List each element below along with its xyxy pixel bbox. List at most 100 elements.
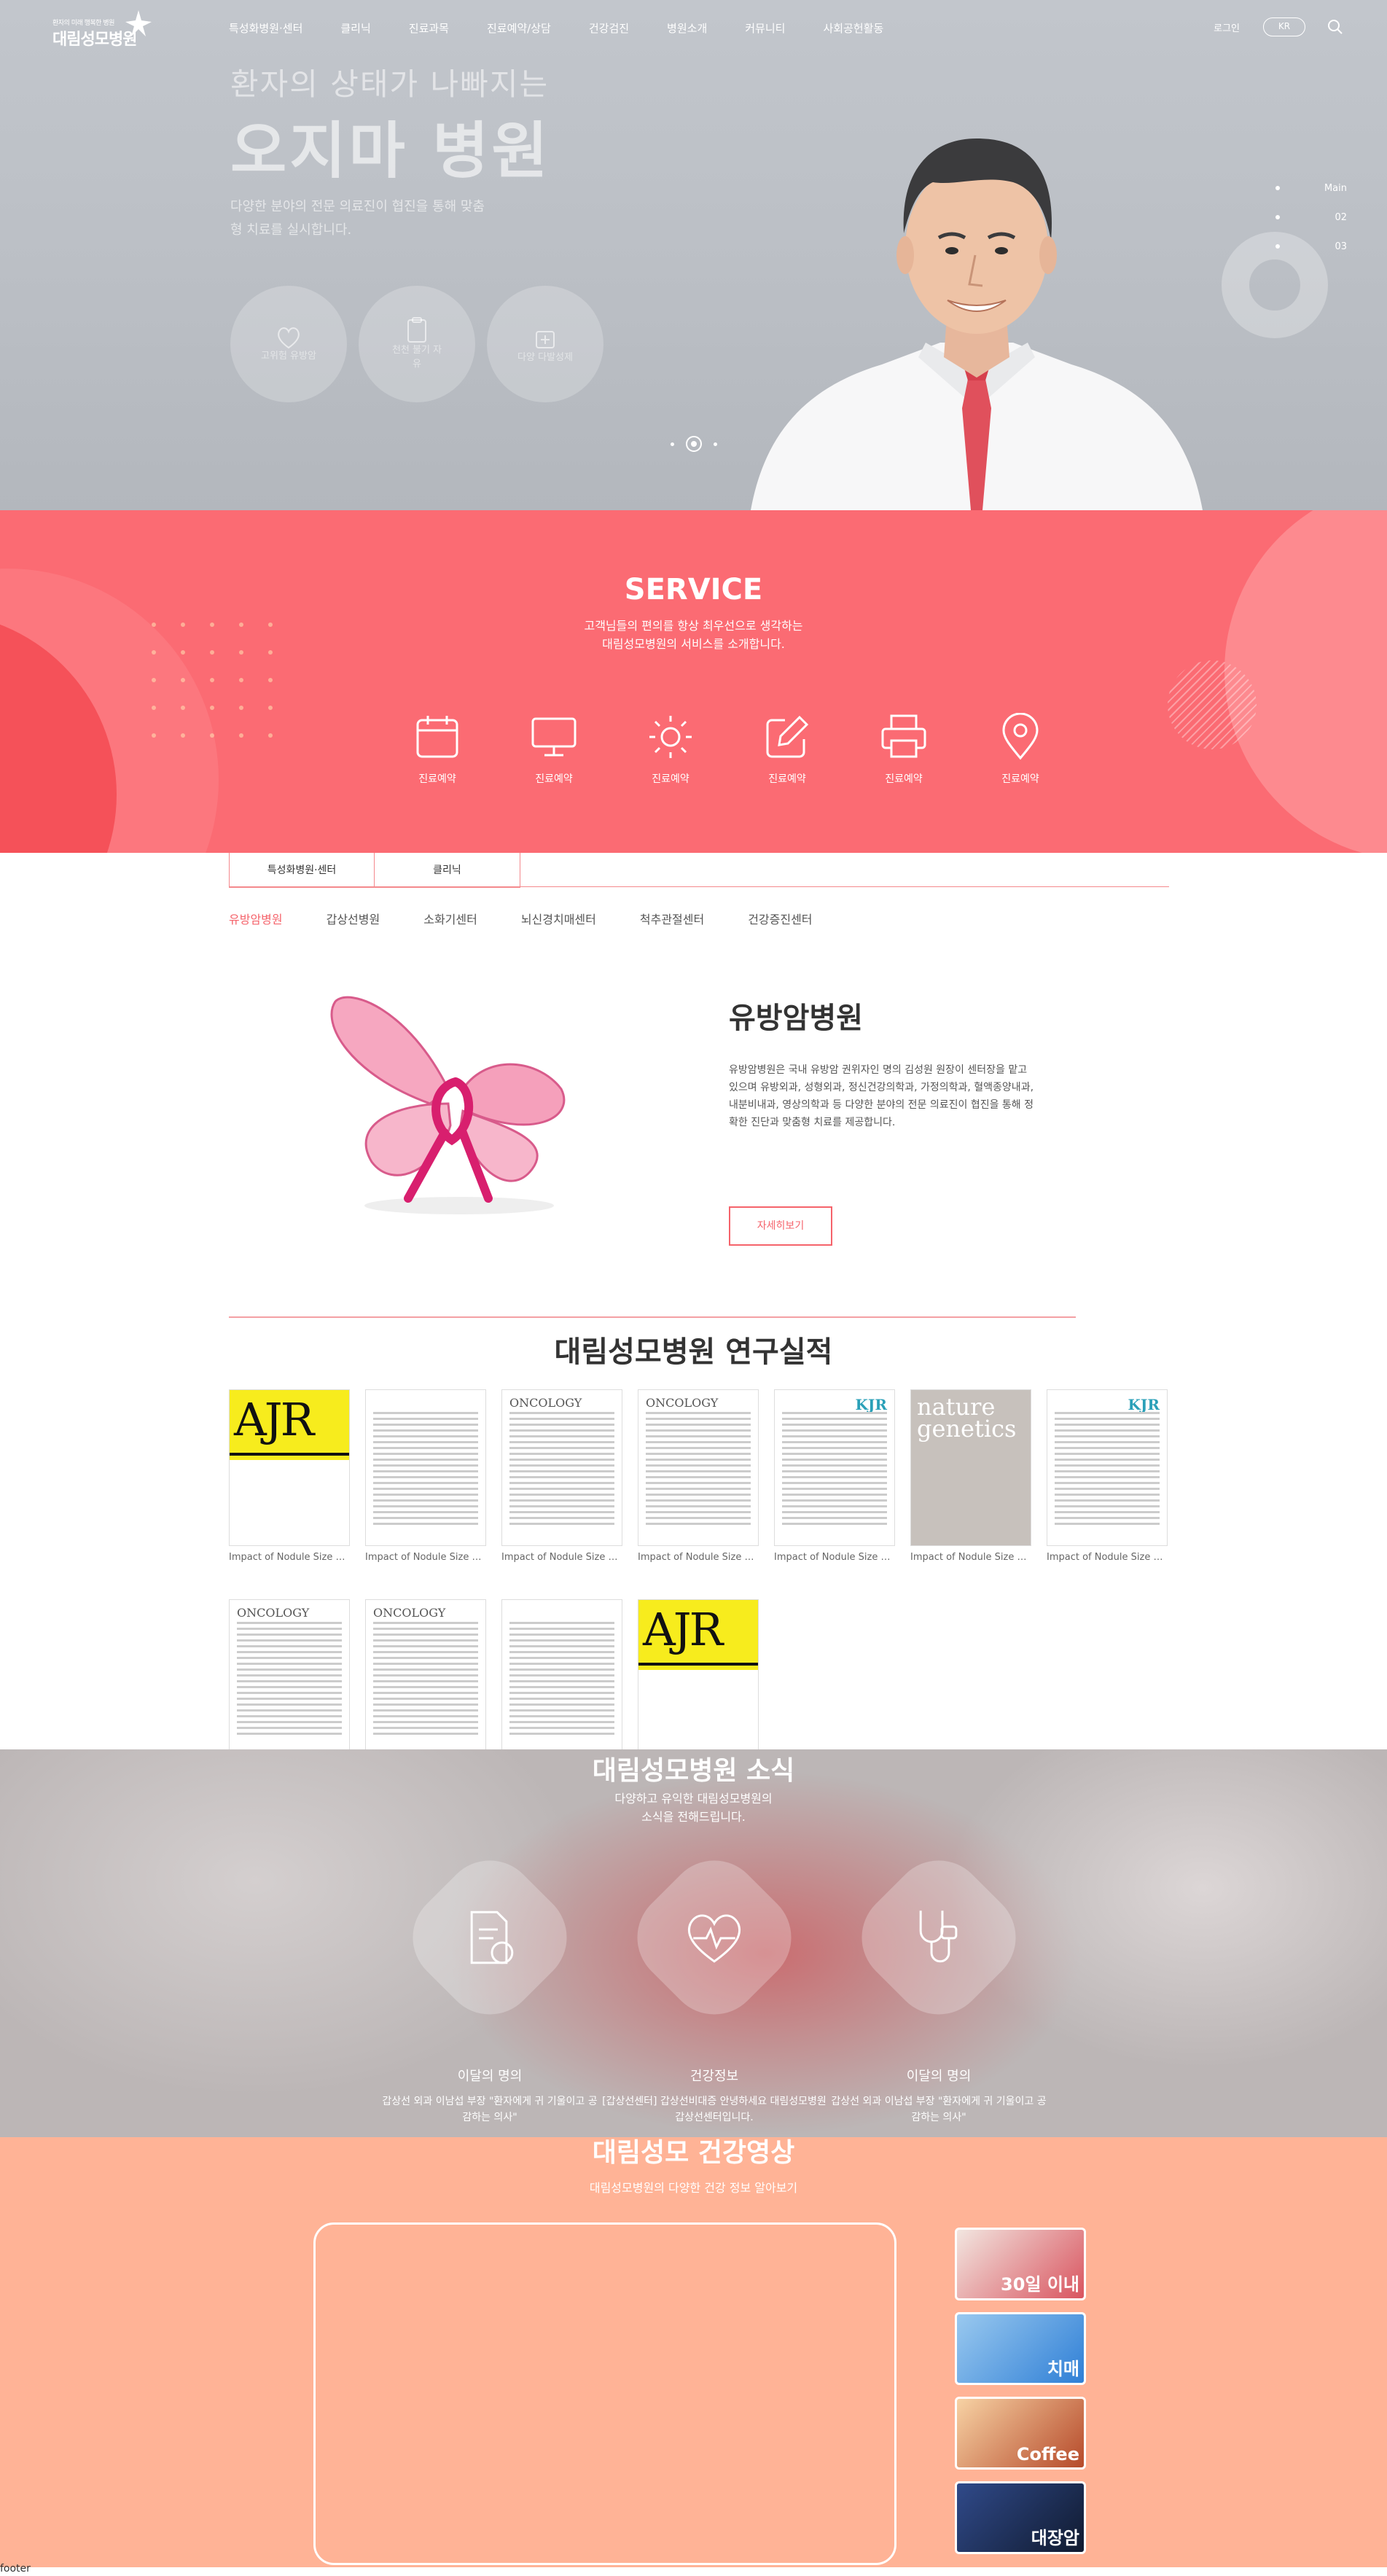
hero-circle-label: 고위험 유방암 xyxy=(261,350,316,362)
search-icon[interactable] xyxy=(1327,19,1343,35)
journal-logo: ONCOLOGY xyxy=(373,1606,446,1620)
paper-cover xyxy=(365,1389,486,1546)
service-item-guide[interactable]: 진료예약 xyxy=(612,713,729,786)
medicine-icon xyxy=(536,330,555,348)
slide-dot xyxy=(1275,244,1280,249)
paper-text-lines xyxy=(782,1412,887,1538)
logo[interactable]: 환자의 미래 행복한 병원 대림성모병원 xyxy=(52,9,162,50)
hero-circle-label: 천천 불기 자유 xyxy=(391,345,442,370)
login-link[interactable]: 로그인 xyxy=(1214,20,1240,34)
paper-cover: AJR xyxy=(638,1599,759,1756)
stethoscope-icon xyxy=(919,1910,958,1963)
video-thumbnail[interactable]: Coffee xyxy=(955,2397,1086,2470)
nav-item-reservation[interactable]: 진료예약/상담 xyxy=(487,20,551,36)
nav-item-about[interactable]: 병원소개 xyxy=(667,20,707,36)
research-paper-card[interactable]: Impact of Nodule Size on Ma... xyxy=(365,1389,486,1563)
heart-pulse-icon xyxy=(687,1914,741,1963)
nature-cover: nature genetics xyxy=(911,1390,1031,1545)
hero-subtitle: 환자의 상태가 나빠지는 xyxy=(230,66,550,102)
subtab-digestive[interactable]: 소화기센터 xyxy=(423,910,477,927)
news-item-title: 이달의 명의 xyxy=(906,2069,972,2084)
slide-nav-02[interactable]: 02 xyxy=(1268,203,1347,232)
ajr-cover: AJR xyxy=(230,1390,349,1545)
subtab-neurology[interactable]: 뇌신경치매센터 xyxy=(521,910,596,927)
service-item-certificate[interactable]: 진료예약 xyxy=(845,713,962,786)
video-thumbnail-title: 30일 이내 xyxy=(1001,2274,1079,2295)
subtab-health[interactable]: 건강증진센터 xyxy=(748,910,812,927)
cover-bar xyxy=(638,1663,758,1666)
video-player[interactable] xyxy=(313,2222,896,2565)
subtab-thyroid[interactable]: 갑상선병원 xyxy=(327,910,380,927)
research-paper-card[interactable]: AJRImpact of Nodule Size on Ma... xyxy=(638,1599,759,1773)
hero-circle-1[interactable]: 고위험 유방암 xyxy=(230,286,347,402)
research-paper-card[interactable]: ONCOLOGYImpact of Nodule Size on Ma... xyxy=(365,1599,486,1773)
nav-item-clinic[interactable]: 클리닉 xyxy=(340,20,370,36)
news-description: 다양하고 유익한 대림성모병원의 소식을 전해드립니다. xyxy=(0,1789,1387,1826)
nav-item-social[interactable]: 사회공헌활동 xyxy=(823,20,883,36)
nav-item-community[interactable]: 커뮤니티 xyxy=(745,20,785,36)
research-paper-card[interactable]: Impact of Nodule Size on Ma... xyxy=(501,1599,622,1773)
nav-item-special-centers[interactable]: 특성화병원·센터 xyxy=(229,20,302,36)
news-item-doctor-2[interactable]: 이달의 명의 갑상선 외과 이남섭 부장 "환자에게 귀 기울이고 공감하는 의… xyxy=(827,1841,1051,2126)
edit-icon xyxy=(766,715,809,758)
service-item-counsel[interactable]: 진료예약 xyxy=(729,713,845,786)
nav-item-departments[interactable]: 진료과목 xyxy=(409,20,449,36)
slide-nav-label: Main xyxy=(1324,182,1347,194)
tab-special-centers[interactable]: 특성화병원·센터 xyxy=(229,853,375,888)
subtab-spine[interactable]: 척추관절센터 xyxy=(640,910,704,927)
hero-pagination xyxy=(671,436,717,452)
hero-circle-2[interactable]: 천천 불기 자유 xyxy=(359,286,475,402)
slide-nav-main[interactable]: Main xyxy=(1268,173,1347,203)
hero-circle-3[interactable]: 다양 다발성제 xyxy=(487,286,603,402)
cover-image xyxy=(638,1670,758,1755)
tab-clinic[interactable]: 클리닉 xyxy=(375,853,520,888)
service-section: SERVICE 고객님들의 편의를 항상 최우선으로 생각하는 대림성모병원의 … xyxy=(0,510,1387,853)
video-thumbnail-title: 치매 xyxy=(1047,2359,1079,2379)
center-tabs: 특성화병원·센터 클리닉 xyxy=(229,853,520,888)
service-item-location[interactable]: 진료예약 xyxy=(962,713,1079,786)
research-paper-card[interactable]: ONCOLOGYImpact of Nodule Size on Ma... xyxy=(229,1599,350,1773)
news-item-doctor[interactable]: 이달의 명의 갑상선 외과 이남섭 부장 "환자에게 귀 기울이고 공감하는 의… xyxy=(378,1841,602,2126)
research-paper-card[interactable]: nature genetics Impact of Nodule Size on … xyxy=(910,1389,1031,1563)
pagination-dot[interactable] xyxy=(714,442,717,446)
slide-nav-03[interactable]: 03 xyxy=(1268,232,1347,261)
center-description: 유방암병원은 국내 유방암 권위자인 명의 김성원 원장이 센터장을 맡고 있으… xyxy=(729,1064,1034,1128)
research-paper-card[interactable]: AJRImpact of Nodule Size on Ma... xyxy=(229,1389,350,1563)
journal-logo: ONCOLOGY xyxy=(237,1606,310,1620)
video-thumbnail[interactable]: 대장암 xyxy=(955,2481,1086,2554)
news-icon-shape xyxy=(842,1841,1036,2034)
service-item-reservation[interactable]: 진료예약 xyxy=(379,713,496,786)
pink-ribbon-butterfly-image xyxy=(330,996,566,1214)
research-grid: AJR Impact of Nodule Size on Ma... Impact … xyxy=(229,1389,1169,1773)
news-item-text: 갑상선 외과 이남섭 부장 "환자에게 귀 기울이고 공감하는 의사" xyxy=(382,2096,598,2123)
pagination-dot-active[interactable] xyxy=(686,436,702,452)
research-paper-card[interactable]: ONCOLOGYImpact of Nodule Size on Ma... xyxy=(638,1389,759,1563)
more-button[interactable]: 자세히보기 xyxy=(729,1206,832,1246)
video-thumbnail[interactable]: 30일 이내 xyxy=(955,2228,1086,2300)
paper-text-lines xyxy=(1055,1412,1160,1538)
hero-description: 다양한 분야의 전문 의료진이 협진을 통해 맞춤형 치료를 실시합니다. xyxy=(230,199,485,238)
research-paper-card[interactable]: KJR Impact of Nodule Size on Ma... xyxy=(774,1389,895,1563)
research-paper-card[interactable]: ONCOLOGYImpact of Nodule Size on Ma... xyxy=(501,1389,622,1563)
journal-logo: ONCOLOGY xyxy=(646,1396,719,1410)
service-item-online[interactable]: 진료예약 xyxy=(496,713,612,786)
paper-text-lines xyxy=(509,1412,614,1538)
service-item-label: 진료예약 xyxy=(652,773,689,785)
news-item-health[interactable]: 건강정보 [갑상선센터] 갑상선비대증 안녕하세요 대림성모병원 갑상선센터입니… xyxy=(602,1841,827,2126)
video-thumbnail[interactable]: 치매 xyxy=(955,2312,1086,2385)
subtab-breast-cancer[interactable]: 유방암병원 xyxy=(229,910,283,927)
printer-icon xyxy=(881,714,926,758)
hero-title: 오지마 병원 xyxy=(230,115,551,187)
language-selector[interactable]: KR xyxy=(1263,17,1305,36)
journal-logo: AJR xyxy=(643,1603,723,1656)
nav-item-checkup[interactable]: 건강검진 xyxy=(589,20,629,36)
research-title: 대림성모병원 연구실적 xyxy=(554,1335,833,1369)
document-heart-icon xyxy=(470,1910,514,1964)
paper-cover xyxy=(501,1599,622,1756)
service-item-label: 진료예약 xyxy=(768,773,806,785)
clipboard-icon xyxy=(407,317,426,343)
news-title: 대림성모병원 소식 xyxy=(592,1756,795,1786)
pagination-dot[interactable] xyxy=(671,442,674,446)
research-paper-card[interactable]: KJR Impact of Nodule Size on Ma... xyxy=(1047,1389,1168,1563)
paper-cover: AJR xyxy=(229,1389,350,1546)
